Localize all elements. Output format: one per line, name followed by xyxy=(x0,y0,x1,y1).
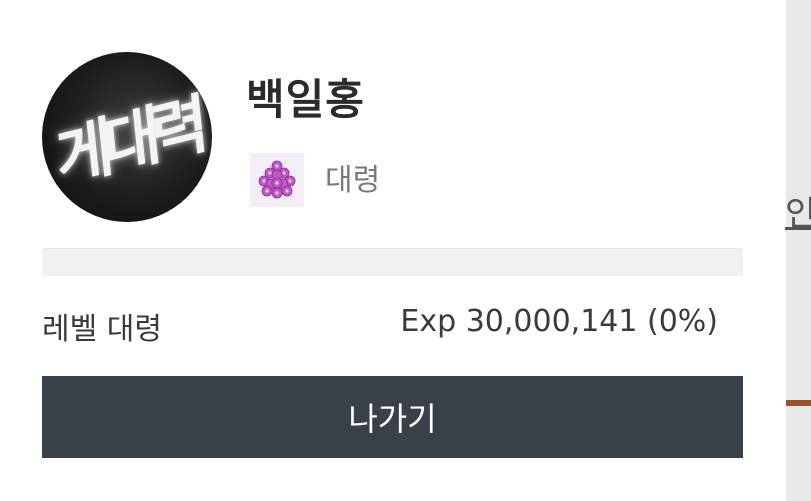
background-accent-line xyxy=(786,400,811,406)
exp-progress-bar xyxy=(42,248,743,276)
background-partial-text: 인 xyxy=(785,194,811,234)
scrollbar[interactable] xyxy=(786,0,811,501)
username: 백일홍 xyxy=(246,75,365,124)
exit-button[interactable]: 나가기 xyxy=(42,376,743,458)
avatar-image-text: 게대력 xyxy=(52,88,203,198)
level-label: 레벨 대령 xyxy=(42,312,162,347)
exp-value: Exp 30,000,141 (0%) xyxy=(400,304,718,339)
rank-name: 대령 xyxy=(325,163,381,198)
profile-popup: 게대력 백일홍 대령 레벨 대령 Exp 30,000,141 (0%) 나가기 xyxy=(0,0,786,501)
purple-flower-icon xyxy=(250,153,304,207)
avatar: 게대력 xyxy=(42,52,212,222)
